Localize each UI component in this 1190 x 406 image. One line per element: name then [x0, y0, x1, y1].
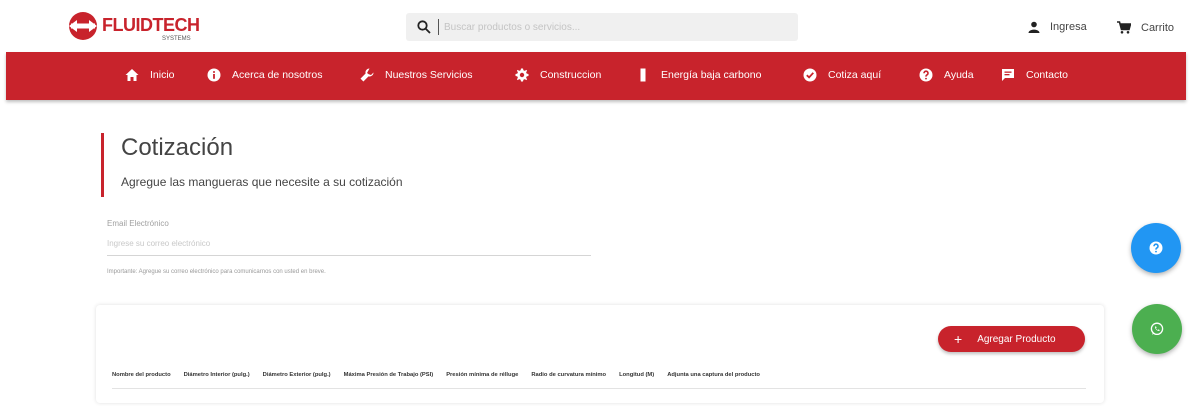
text-caret [438, 19, 439, 35]
nav-label: Construccion [540, 69, 602, 81]
search-icon [417, 20, 431, 34]
nav-item-ayuda[interactable]: Ayuda [919, 68, 974, 82]
column-header: Máxima Presión de Trabajo (PSI) [343, 371, 434, 378]
nav-item-cotiza[interactable]: Cotiza aquí [803, 68, 881, 82]
search-bar [406, 13, 798, 41]
help-fab[interactable] [1131, 223, 1181, 273]
cart-icon [1117, 21, 1131, 34]
login-label: Ingresa [1050, 21, 1087, 33]
nav-label: Ayuda [944, 69, 974, 81]
page-title: Cotización [121, 134, 234, 161]
nav-item-contacto[interactable]: Contacto [1001, 68, 1068, 82]
check-circle-icon [803, 68, 817, 82]
column-header: Radio de curvatura mínimo [531, 371, 607, 378]
nav-item-servicios[interactable]: Nuestros Servicios [360, 68, 473, 82]
logo-text: FLUIDTECH [102, 15, 200, 35]
column-header: Diámetro Exterior (pulg.) [262, 371, 331, 378]
main-nav: Inicio Acerca de nosotros Nuestros Servi… [6, 52, 1186, 100]
title-accent-bar [101, 133, 104, 197]
nav-item-construccion[interactable]: Construccion [515, 68, 601, 82]
column-header: Adjunta una captura del producto [667, 371, 760, 378]
nav-label: Contacto [1026, 69, 1069, 81]
nav-label: Cotiza aquí [828, 69, 882, 81]
nav-item-acerca[interactable]: Acerca de nosotros [207, 68, 322, 82]
gear-icon [515, 68, 529, 82]
email-field[interactable] [107, 232, 591, 256]
column-header: Presión mínima de rélluge [446, 371, 519, 378]
nav-label: Nuestros Servicios [385, 69, 473, 81]
logo-sub: SYSTEMS [162, 36, 191, 42]
cart-label: Carrito [1141, 21, 1175, 34]
nav-label: Inicio [150, 69, 175, 81]
help-icon [1149, 241, 1163, 255]
column-header: Longitud (M) [619, 371, 655, 378]
plus-icon: + [954, 331, 963, 347]
nav-label: Energía baja carbono [661, 69, 762, 81]
column-header: Nombre del producto [112, 371, 171, 378]
search-input[interactable] [444, 17, 784, 37]
column-header: Diámetro Interior (pulg.) [183, 371, 250, 378]
whatsapp-fab[interactable] [1132, 304, 1182, 354]
info-icon [207, 68, 221, 82]
nav-item-energia[interactable]: Energía baja carbono [636, 68, 761, 82]
nav-item-inicio[interactable]: Inicio [125, 68, 175, 82]
products-table-header: Nombre del producto Diámetro Interior (p… [112, 361, 1086, 389]
battery-icon [640, 68, 646, 82]
top-header: FLUIDTECH SYSTEMS Ingresa Carrito [0, 0, 1190, 52]
cart-link[interactable]: Carrito [1117, 21, 1174, 34]
chat-icon [1002, 69, 1014, 81]
home-icon [125, 69, 139, 81]
email-hint: Importante: Agregue su correo electrónic… [107, 269, 326, 275]
nav-label: Acerca de nosotros [232, 69, 323, 81]
login-link[interactable]: Ingresa [1028, 21, 1087, 33]
products-card: + Agregar Producto Nombre del producto D… [96, 305, 1104, 403]
whatsapp-icon [1150, 322, 1164, 336]
fluidtech-logo[interactable]: FLUIDTECH SYSTEMS [66, 9, 226, 43]
wrench-icon [360, 68, 374, 82]
add-product-button[interactable]: + Agregar Producto [938, 326, 1085, 352]
add-product-label: Agregar Producto [977, 333, 1056, 345]
help-icon [919, 68, 933, 82]
email-label: Email Electrónico [107, 219, 169, 228]
user-icon [1028, 21, 1040, 33]
page-subtitle: Agregue las mangueras que necesite a su … [121, 175, 403, 189]
